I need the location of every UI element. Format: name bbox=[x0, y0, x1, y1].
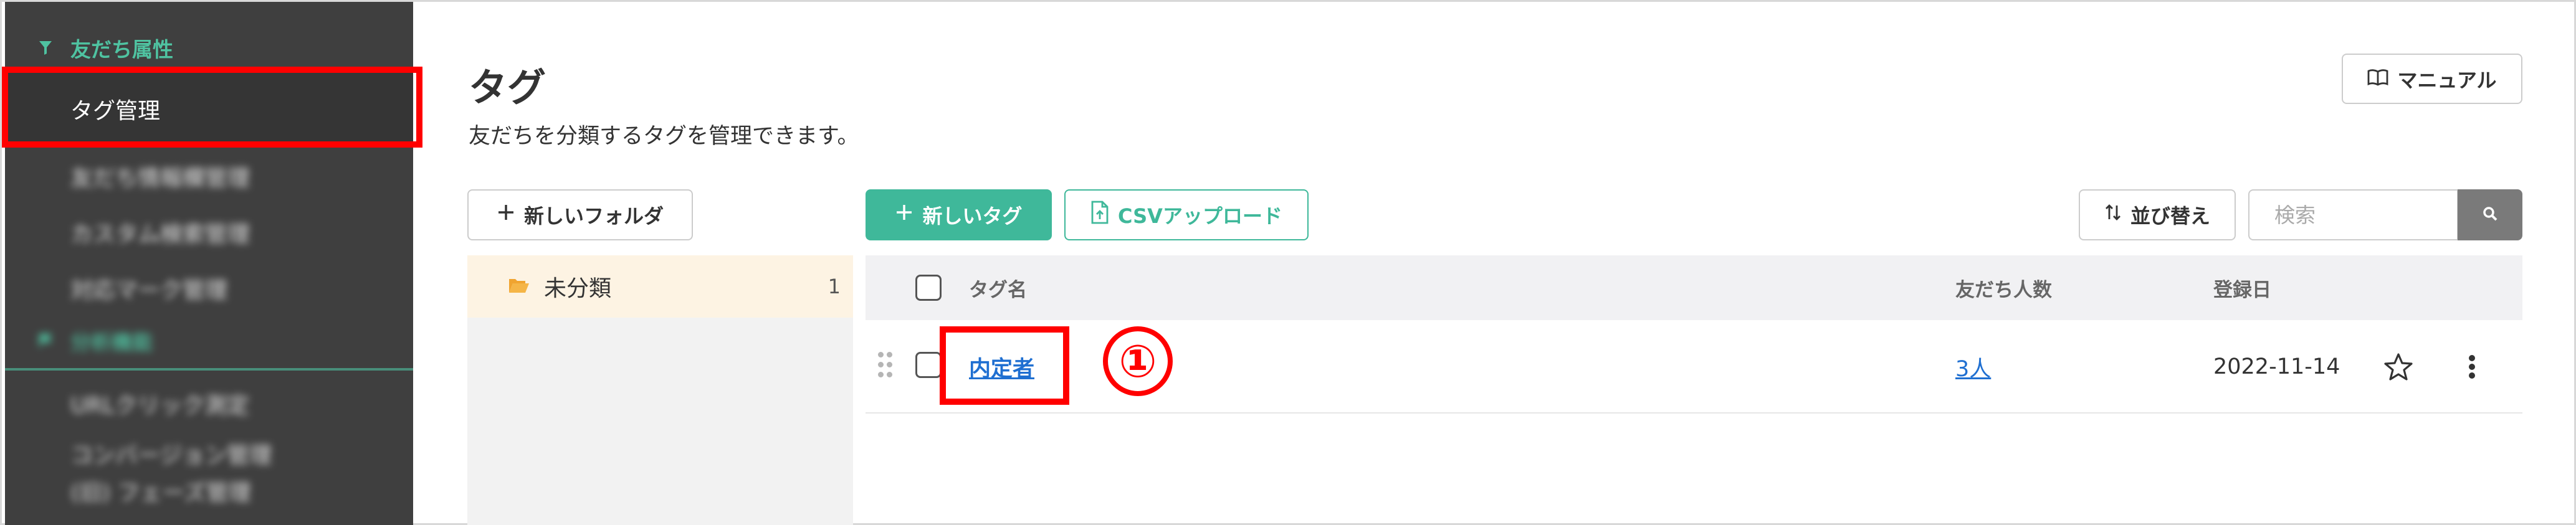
sidebar-item-conversion[interactable]: コンバージョン管理 bbox=[5, 435, 413, 472]
filter-icon bbox=[36, 39, 55, 57]
sidebar-divider bbox=[5, 368, 413, 371]
step-number-badge: ① bbox=[1103, 326, 1173, 396]
new-folder-label: 新しいフォルダ bbox=[523, 204, 664, 228]
sidebar-item-label: URLクリック測定 bbox=[70, 393, 250, 419]
new-tag-button[interactable]: 新しいタグ bbox=[866, 189, 1052, 240]
plus-icon bbox=[497, 203, 515, 227]
folder-item[interactable]: 未分類 1 bbox=[467, 255, 853, 318]
column-header-friends[interactable]: 友だち人数 bbox=[1955, 255, 2052, 320]
csv-upload-label: CSVアップロード bbox=[1118, 204, 1282, 228]
tag-highlight-box bbox=[940, 326, 1069, 405]
sidebar-section-label: 分析機能 bbox=[70, 330, 153, 354]
registered-date: 2022-11-14 bbox=[2213, 354, 2340, 379]
drag-handle-icon[interactable] bbox=[878, 352, 893, 379]
sidebar-item-url-click[interactable]: URLクリック測定 bbox=[5, 376, 413, 432]
new-folder-button[interactable]: 新しいフォルダ bbox=[467, 189, 693, 240]
favorite-star-icon[interactable] bbox=[2383, 320, 2413, 414]
sidebar-section-friend-attributes[interactable]: 友だち属性 bbox=[5, 26, 413, 70]
folder-count: 1 bbox=[828, 275, 841, 298]
csv-upload-button[interactable]: CSVアップロード bbox=[1064, 189, 1309, 240]
sidebar-highlight-box bbox=[2, 67, 422, 148]
sidebar-item-phase[interactable]: (旧) フェーズ管理 bbox=[5, 472, 413, 509]
more-options-icon[interactable] bbox=[2468, 320, 2476, 414]
new-tag-label: 新しいタグ bbox=[922, 204, 1023, 228]
column-header-tag-name[interactable]: タグ名 bbox=[969, 255, 1027, 320]
sidebar-item-label: 友だち情報欄管理 bbox=[70, 166, 250, 191]
column-header-registered[interactable]: 登録日 bbox=[2213, 255, 2271, 320]
search-button[interactable] bbox=[2458, 189, 2522, 240]
flag-icon bbox=[36, 331, 55, 350]
sidebar-item-response-mark[interactable]: 対応マーク管理 bbox=[5, 260, 413, 316]
sidebar-item-custom-search[interactable]: カスタム検索管理 bbox=[5, 204, 413, 260]
friends-count-cell: 3人 bbox=[1955, 320, 1991, 414]
sort-label: 並び替え bbox=[2130, 204, 2210, 228]
search-input[interactable] bbox=[2248, 189, 2458, 240]
plus-icon bbox=[895, 203, 914, 227]
sidebar-item-label: コンバージョン管理 bbox=[70, 443, 272, 468]
folder-name: 未分類 bbox=[544, 276, 612, 301]
sidebar-item-label: (旧) フェーズ管理 bbox=[70, 480, 251, 506]
sidebar-section-analysis[interactable]: 分析機能 bbox=[5, 318, 413, 363]
select-all-checkbox[interactable] bbox=[915, 275, 942, 301]
folder-open-icon bbox=[508, 277, 530, 296]
row-checkbox[interactable] bbox=[915, 352, 942, 378]
sort-arrows-icon bbox=[2104, 203, 2122, 227]
sidebar-item-label: 対応マーク管理 bbox=[70, 278, 228, 303]
manual-button-label: マニュアル bbox=[2397, 68, 2497, 92]
search-icon bbox=[2482, 206, 2498, 224]
sidebar-item-friend-info[interactable]: 友だち情報欄管理 bbox=[5, 148, 413, 204]
manual-button[interactable]: マニュアル bbox=[2342, 54, 2522, 104]
friends-count-link[interactable]: 3人 bbox=[1955, 351, 1991, 383]
page-description: 友だちを分類するタグを管理できます。 bbox=[469, 124, 859, 149]
table-header: タグ名 友だち人数 登録日 bbox=[866, 255, 2522, 320]
sidebar-section-label: 友だち属性 bbox=[70, 37, 173, 62]
sort-button[interactable]: 並び替え bbox=[2079, 189, 2236, 240]
file-upload-icon bbox=[1090, 201, 1109, 229]
book-icon bbox=[2367, 67, 2388, 91]
sidebar-item-label: カスタム検索管理 bbox=[70, 222, 250, 247]
page-title: タグ bbox=[469, 65, 546, 110]
